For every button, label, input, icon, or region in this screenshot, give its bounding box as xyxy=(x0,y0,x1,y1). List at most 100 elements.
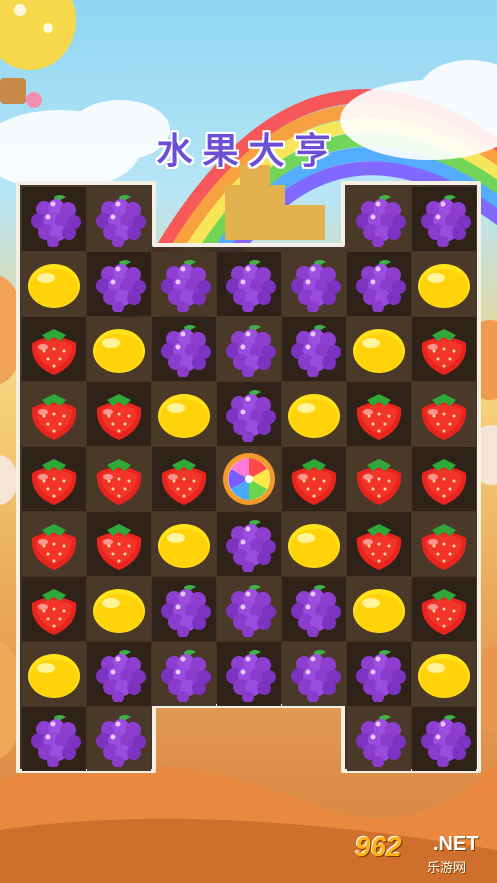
board-cell[interactable] xyxy=(412,187,476,251)
board-cell[interactable] xyxy=(282,252,346,316)
board-cell[interactable] xyxy=(22,187,86,251)
lemon-icon xyxy=(93,589,145,633)
board-cell[interactable] xyxy=(87,187,151,251)
board-cell[interactable] xyxy=(412,577,476,641)
grape-icon xyxy=(356,715,406,767)
board-cell[interactable] xyxy=(217,317,281,381)
board-cell[interactable] xyxy=(22,512,86,576)
board-cell[interactable] xyxy=(412,642,476,706)
board-cell[interactable] xyxy=(87,512,151,576)
strawberry-icon xyxy=(421,589,467,635)
board-cell[interactable] xyxy=(22,707,86,771)
lemon-icon xyxy=(28,654,80,698)
board-cell[interactable] xyxy=(152,577,216,641)
grape-icon xyxy=(161,325,211,377)
grape-icon xyxy=(96,650,146,702)
board-cell[interactable] xyxy=(217,577,281,641)
grape-icon xyxy=(291,260,341,312)
board-cell[interactable] xyxy=(282,512,346,576)
board-cell[interactable] xyxy=(217,512,281,576)
lemon-icon xyxy=(353,329,405,373)
board-cell[interactable] xyxy=(22,642,86,706)
grape-icon xyxy=(161,260,211,312)
board-cell[interactable] xyxy=(217,447,281,511)
board-cell[interactable] xyxy=(22,382,86,446)
lemon-icon xyxy=(353,589,405,633)
board-cell[interactable] xyxy=(87,642,151,706)
watermark-number: 962 xyxy=(355,831,402,862)
lemon-icon xyxy=(418,654,470,698)
board-cell[interactable] xyxy=(347,512,411,576)
strawberry-icon xyxy=(421,459,467,505)
board-cell[interactable] xyxy=(282,382,346,446)
strawberry-icon xyxy=(356,459,402,505)
board-cell[interactable] xyxy=(412,707,476,771)
strawberry-icon xyxy=(31,589,77,635)
board-cell[interactable] xyxy=(347,187,411,251)
board-cell[interactable] xyxy=(412,317,476,381)
grape-icon xyxy=(356,195,406,247)
rainbow-candy-icon xyxy=(223,453,275,505)
board-cell[interactable] xyxy=(412,447,476,511)
board-cell[interactable] xyxy=(152,252,216,316)
grape-icon xyxy=(226,650,276,702)
strawberry-icon xyxy=(31,394,77,440)
lemon-icon xyxy=(158,524,210,568)
grape-icon xyxy=(356,650,406,702)
lemon-icon xyxy=(418,264,470,308)
board-cell[interactable] xyxy=(152,642,216,706)
grape-icon xyxy=(96,260,146,312)
board-cell[interactable] xyxy=(217,642,281,706)
lemon-icon xyxy=(93,329,145,373)
board-cell[interactable] xyxy=(347,252,411,316)
board-cell[interactable] xyxy=(347,707,411,771)
lemon-icon xyxy=(288,524,340,568)
site-watermark: 962 .NET 乐游网 xyxy=(355,831,491,876)
board-cell[interactable] xyxy=(87,252,151,316)
board-cell[interactable] xyxy=(22,252,86,316)
board-cell[interactable] xyxy=(22,447,86,511)
board-cell[interactable] xyxy=(87,382,151,446)
strawberry-icon xyxy=(96,459,142,505)
grape-icon xyxy=(226,325,276,377)
board-cell[interactable] xyxy=(282,642,346,706)
strawberry-icon xyxy=(31,524,77,570)
board-cell[interactable] xyxy=(282,577,346,641)
board-cell[interactable] xyxy=(217,382,281,446)
grape-icon xyxy=(31,715,81,767)
board-cell[interactable] xyxy=(347,577,411,641)
board-cell[interactable] xyxy=(87,707,151,771)
lemon-icon xyxy=(28,264,80,308)
board-cell[interactable] xyxy=(22,577,86,641)
grape-icon xyxy=(96,195,146,247)
grape-icon xyxy=(291,325,341,377)
strawberry-icon xyxy=(421,524,467,570)
board-cell[interactable] xyxy=(412,252,476,316)
board-cell[interactable] xyxy=(412,512,476,576)
strawberry-icon xyxy=(31,329,77,375)
board-cell[interactable] xyxy=(87,577,151,641)
game-screen: 水果大亨 962 .NET 乐游网 xyxy=(0,0,497,883)
grape-icon xyxy=(161,650,211,702)
strawberry-icon xyxy=(96,524,142,570)
board-cell[interactable] xyxy=(282,317,346,381)
strawberry-icon xyxy=(31,459,77,505)
board-cell[interactable] xyxy=(152,382,216,446)
board-cell[interactable] xyxy=(152,512,216,576)
watermark-domain: .NET xyxy=(433,833,479,855)
board-cell[interactable] xyxy=(347,642,411,706)
board-cell[interactable] xyxy=(87,317,151,381)
strawberry-icon xyxy=(161,459,207,505)
board-cell[interactable] xyxy=(22,317,86,381)
board-cell[interactable] xyxy=(347,447,411,511)
board-cell[interactable] xyxy=(152,447,216,511)
board-cell[interactable] xyxy=(347,382,411,446)
board-cell[interactable] xyxy=(152,317,216,381)
grape-icon xyxy=(421,715,471,767)
board-cell[interactable] xyxy=(87,447,151,511)
board-cell[interactable] xyxy=(217,252,281,316)
board-cell[interactable] xyxy=(412,382,476,446)
board-cell[interactable] xyxy=(347,317,411,381)
board-cell[interactable] xyxy=(282,447,346,511)
grape-icon xyxy=(226,520,276,572)
